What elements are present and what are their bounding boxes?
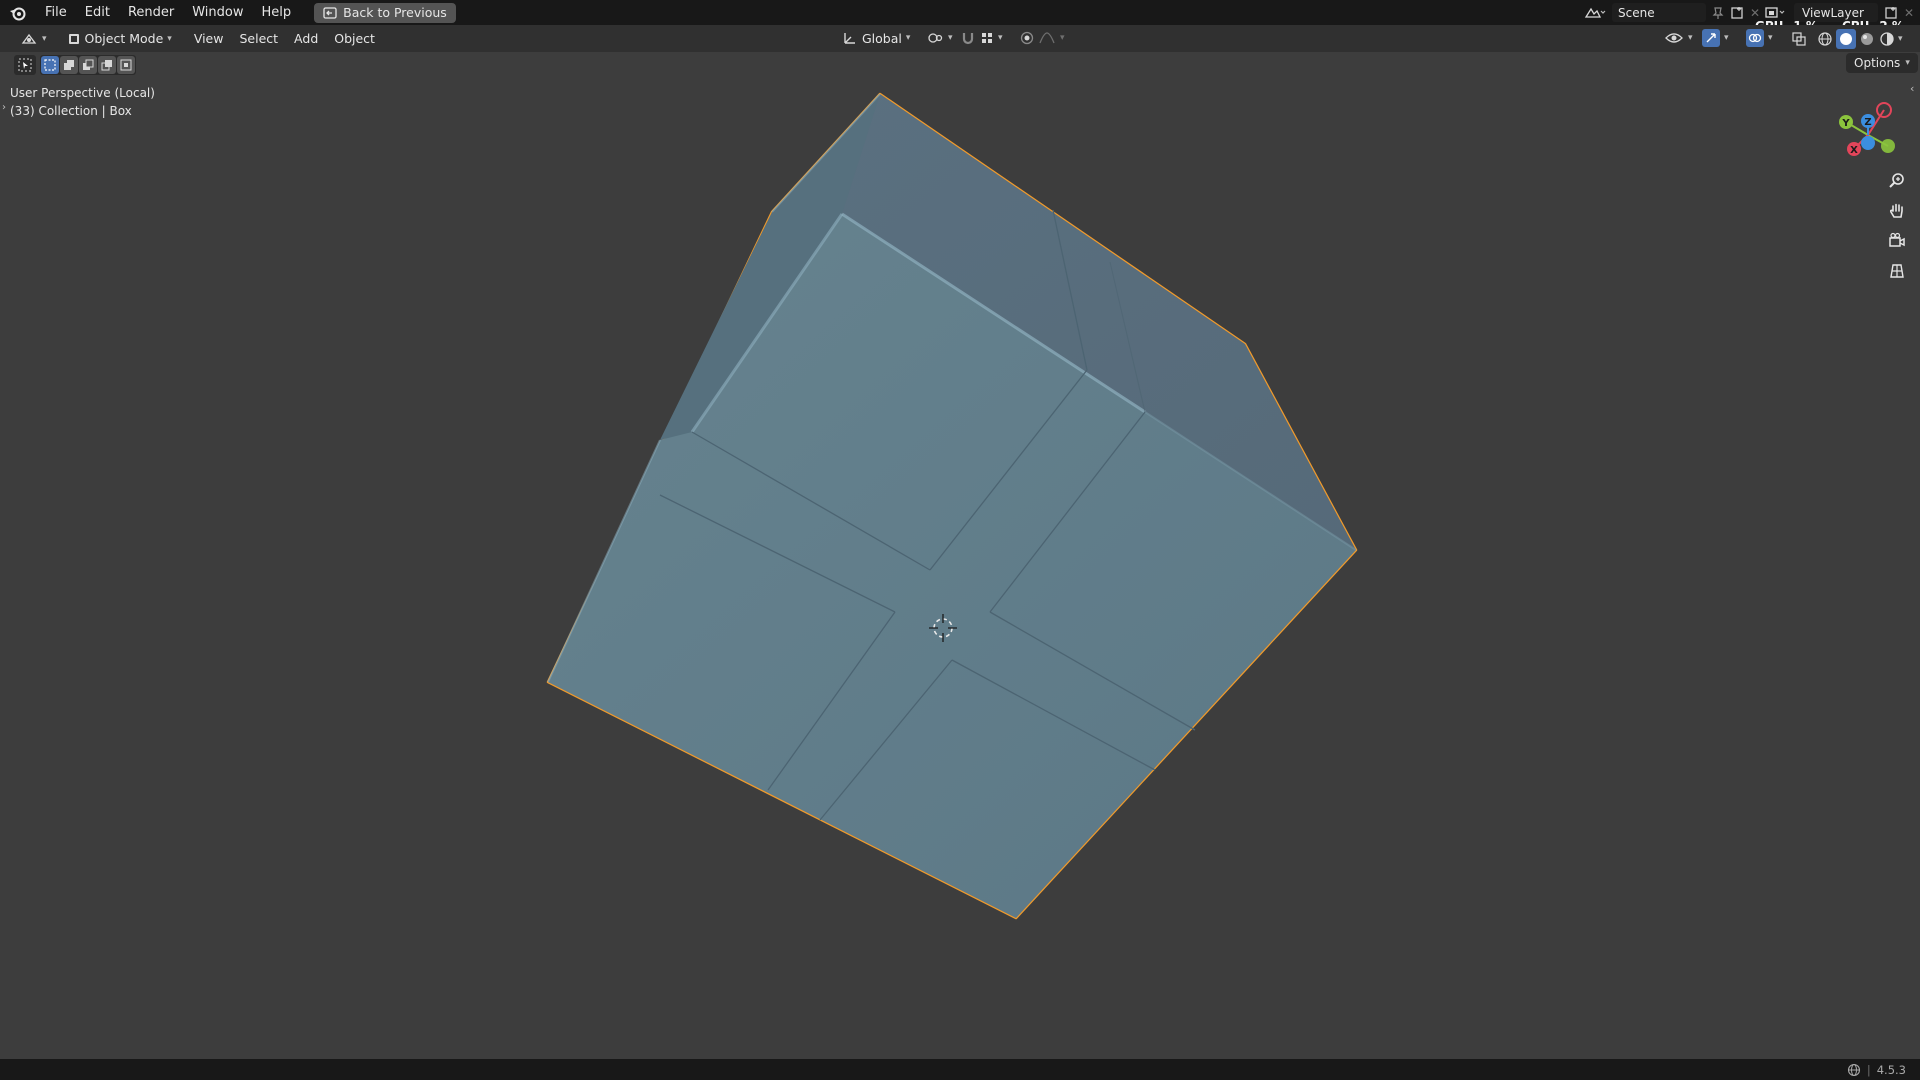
shading-modes: ▾	[1816, 29, 1903, 49]
axis-x-negative[interactable]	[1881, 139, 1895, 153]
box-object[interactable]	[0, 52, 1920, 1059]
rendered-shading-icon[interactable]	[1878, 30, 1896, 48]
status-bar: | 4.5.3	[0, 1059, 1920, 1080]
top-bar: File Edit Render Window Help Back to Pre…	[0, 0, 1920, 33]
scene-selector[interactable]: Scene ✕	[1584, 2, 1760, 23]
sidebar-toggle-chevron-icon[interactable]: ‹	[1910, 82, 1914, 95]
eye-icon	[1665, 33, 1683, 43]
camera-view-button[interactable]	[1884, 228, 1910, 254]
pivot-icon	[928, 33, 943, 43]
falloff-curve-icon	[1039, 32, 1055, 44]
chevron-down-icon: ▾	[905, 33, 911, 43]
viewport-header: ▾ Object Mode ▾ View Select Add Object G…	[0, 25, 1920, 52]
status-separator: |	[1866, 1062, 1871, 1077]
new-view-layer-icon[interactable]	[1884, 6, 1898, 20]
delete-view-layer-icon[interactable]: ✕	[1904, 6, 1914, 20]
globe-icon	[1847, 1063, 1860, 1076]
menu-edit[interactable]: Edit	[76, 0, 119, 25]
mode-selector[interactable]: Object Mode ▾	[59, 28, 180, 50]
menu-add[interactable]: Add	[286, 28, 326, 50]
material-preview-icon[interactable]	[1858, 30, 1876, 48]
chevron-down-icon: ▾	[1724, 33, 1729, 43]
menu-file[interactable]: File	[36, 0, 76, 25]
scene-icon	[1584, 7, 1606, 18]
menu-help[interactable]: Help	[253, 0, 301, 25]
gizmo-icon	[1706, 33, 1716, 43]
back-to-previous-button[interactable]: Back to Previous	[314, 2, 456, 23]
object-mode-icon	[68, 33, 79, 44]
3d-viewport[interactable]: Options ▾ User Perspective (Local) (33) …	[0, 52, 1920, 1059]
overlays-icon	[1748, 33, 1762, 43]
menu-window[interactable]: Window	[183, 0, 252, 25]
transform-orientation-selector[interactable]: Global ▾	[834, 27, 918, 49]
xray-icon	[1792, 32, 1806, 46]
back-to-previous-label: Back to Previous	[343, 5, 447, 20]
menu-select[interactable]: Select	[231, 28, 286, 50]
orientation-label: Global	[862, 30, 902, 46]
navigation-gizmo[interactable]: Y Z X	[1828, 94, 1908, 164]
axis-z-label: Z	[1864, 117, 1871, 128]
axis-x-label: X	[1850, 145, 1858, 156]
axis-y-label: Y	[1841, 118, 1850, 129]
snap-toggle[interactable]: ▾	[952, 27, 1011, 49]
chevron-down-icon: ▾	[42, 33, 47, 44]
box-front-face	[548, 214, 1356, 918]
back-icon	[323, 6, 337, 19]
menu-view[interactable]: View	[186, 28, 232, 50]
zoom-icon	[1889, 173, 1904, 188]
menu-object[interactable]: Object	[326, 28, 383, 50]
scene-name: Scene	[1618, 5, 1655, 20]
grid-icon	[1890, 264, 1904, 278]
xray-toggle[interactable]	[1790, 30, 1808, 52]
chevron-down-icon: ▾	[998, 33, 1003, 43]
mode-label: Object Mode	[84, 31, 164, 46]
view-layer-name: ViewLayer	[1802, 5, 1864, 20]
hand-icon	[1889, 203, 1903, 218]
magnet-icon	[962, 33, 974, 45]
wireframe-shading-icon[interactable]	[1816, 30, 1834, 48]
axis-z-bottom[interactable]	[1861, 136, 1875, 150]
snap-grid-icon	[982, 33, 992, 43]
camera-icon	[1889, 232, 1905, 247]
pan-button[interactable]	[1884, 198, 1910, 224]
editor-type-button[interactable]: ▾	[12, 28, 55, 50]
solid-shading-button[interactable]	[1836, 29, 1856, 49]
menu-render[interactable]: Render	[119, 0, 183, 25]
3d-viewport-icon	[21, 33, 37, 44]
zoom-button[interactable]	[1884, 168, 1910, 194]
perspective-toggle-button[interactable]	[1884, 258, 1910, 284]
chevron-down-icon[interactable]: ▾	[1898, 34, 1903, 44]
gizmo-toggle[interactable]: ▾	[1694, 27, 1737, 49]
orientation-icon	[844, 33, 855, 44]
delete-scene-icon[interactable]: ✕	[1750, 6, 1760, 20]
new-scene-icon[interactable]	[1730, 6, 1744, 20]
chevron-down-icon: ▾	[1060, 33, 1065, 43]
solid-shading-icon	[1840, 33, 1852, 45]
proportional-edit-icon	[1020, 31, 1034, 45]
pin-icon[interactable]	[1712, 6, 1724, 20]
chevron-down-icon: ▾	[167, 33, 172, 44]
chevron-down-icon: ▾	[1688, 33, 1693, 43]
version-label: 4.5.3	[1876, 1062, 1906, 1077]
proportional-editing-toggle[interactable]: ▾	[1012, 27, 1073, 49]
chevron-down-icon: ▾	[1768, 33, 1773, 43]
overlays-toggle[interactable]: ▾	[1738, 27, 1781, 49]
blender-logo-icon[interactable]	[0, 0, 36, 25]
